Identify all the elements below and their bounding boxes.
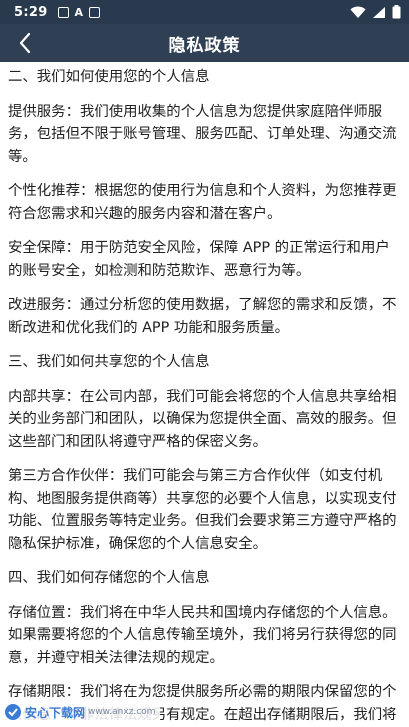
chevron-left-icon: [19, 32, 31, 54]
watermark-logo-icon: [5, 704, 21, 720]
paragraph-storage-location: 存储位置：我们将在中华人民共和国境内存储您的个人信息。如果需要将您的个人信息传输…: [8, 604, 397, 666]
back-button[interactable]: [12, 30, 38, 56]
section-heading-store: 四、我们如何存储您的个人信息: [8, 570, 210, 586]
notification-a-icon: A: [74, 5, 84, 19]
battery-icon: [392, 5, 401, 19]
notification-icon-2: [89, 6, 101, 18]
section-heading-use: 二、我们如何使用您的个人信息: [8, 69, 210, 85]
watermark-url: www.anxz.com: [88, 707, 156, 717]
site-watermark: 安心下载网 www.anxz.com: [2, 701, 160, 723]
status-right: [350, 5, 401, 19]
paragraph-security: 安全保障：用于防范安全风险，保障 APP 的正常运行和用户的账号安全，如检测和防…: [8, 240, 390, 279]
status-bar: 5:29 A: [0, 0, 409, 24]
wifi-icon: [350, 6, 366, 18]
notification-icon-1: [57, 6, 69, 18]
notification-icons: A: [57, 5, 101, 19]
paragraph-improve: 改进服务：通过分析您的使用数据，了解您的需求和反馈，不断改进和优化我们的 APP…: [8, 297, 397, 336]
title-bar: 隐私政策: [0, 24, 409, 62]
section-heading-share: 三、我们如何共享您的个人信息: [8, 354, 210, 370]
paragraph-internal-share: 内部共享：在公司内部，我们可能会将您的个人信息共享给相关的业务部门和团队，以确保…: [8, 388, 397, 450]
status-time: 5:29: [14, 4, 48, 20]
paragraph-provide-service: 提供服务：我们使用收集的个人信息为您提供家庭陪伴师服务，包括但不限于账号管理、服…: [8, 103, 397, 165]
page-title: 隐私政策: [168, 35, 241, 56]
policy-content[interactable]: 二、我们如何使用您的个人信息 提供服务：我们使用收集的个人信息为您提供家庭陪伴师…: [0, 62, 409, 727]
paragraph-personalized: 个性化推荐：根据您的使用行为信息和个人资料，为您推荐更符合您需求和兴趣的服务内容…: [8, 183, 397, 222]
watermark-text: 安心下载网: [25, 705, 86, 720]
paragraph-third-party: 第三方合作伙伴：我们可能会与第三方合作伙伴（如支付机构、地图服务提供商等）共享您…: [8, 468, 397, 552]
signal-icon: [373, 6, 385, 18]
